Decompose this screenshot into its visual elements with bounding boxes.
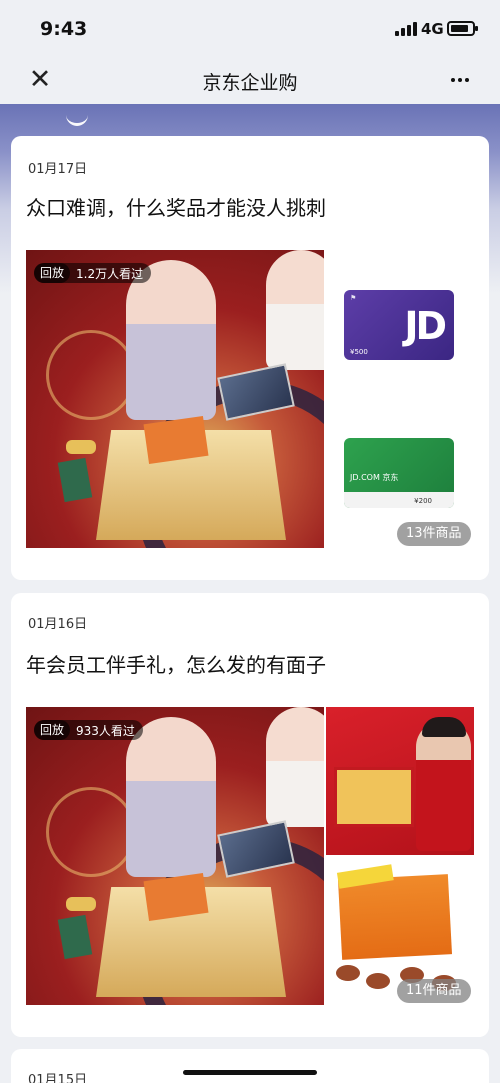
more-button[interactable]: [444, 64, 476, 96]
live-cover-image[interactable]: 回放 1.2万人看过: [26, 250, 324, 548]
status-bar: 9:43 4G: [0, 0, 500, 58]
replay-tag: 回放: [34, 263, 71, 283]
replay-badge: 回放 1.2万人看过: [34, 263, 152, 283]
card-date: 01月16日: [28, 617, 88, 632]
product-count-badge[interactable]: 11件商品: [397, 979, 471, 1003]
product-images[interactable]: [326, 707, 474, 1005]
live-card[interactable]: 01月15日: [11, 1049, 489, 1083]
battery-icon: [447, 21, 478, 36]
status-time: 9:43: [40, 18, 88, 40]
jd-giftcard-200[interactable]: JD.COM 京东 ¥200: [344, 438, 454, 508]
nav-bar: ✕ 京东企业购: [0, 58, 500, 104]
jd-logo-icon: JD: [404, 304, 447, 348]
card-title[interactable]: 众口难调，什么奖品才能没人挑刺: [26, 192, 326, 221]
network-type: 4G: [421, 20, 444, 38]
live-card[interactable]: 01月17日 众口难调，什么奖品才能没人挑刺 回放 1.2万人看过 ⚑ JD ¥…: [11, 136, 489, 580]
more-dots-icon: [450, 67, 471, 86]
promo-image-top[interactable]: [326, 707, 474, 855]
jd-brand-icon: ⚑: [350, 294, 357, 302]
replay-tag: 回放: [34, 720, 71, 740]
replay-badge: 回放 933人看过: [34, 720, 143, 740]
page-title: 京东企业购: [202, 72, 298, 94]
home-indicator[interactable]: [183, 1070, 317, 1075]
card-value: ¥200: [414, 497, 432, 505]
live-card[interactable]: 01月16日 年会员工伴手礼，怎么发的有面子 回放 933人看过 11件商品: [11, 593, 489, 1037]
smile-logo-icon: [66, 112, 88, 126]
view-count: 1.2万人看过: [76, 266, 144, 281]
signal-icon: [395, 22, 417, 36]
view-count: 933人看过: [76, 723, 135, 738]
card-brand: JD.COM 京东: [350, 473, 399, 482]
live-cover-image[interactable]: 回放 933人看过: [26, 707, 324, 1005]
card-date: 01月15日: [28, 1073, 88, 1083]
product-count-badge[interactable]: 13件商品: [397, 522, 471, 546]
card-title[interactable]: 年会员工伴手礼，怎么发的有面子: [26, 649, 326, 678]
jd-giftcard-500[interactable]: ⚑ JD ¥500: [344, 290, 454, 360]
card-date: 01月17日: [28, 162, 88, 177]
card-value: ¥500: [350, 348, 368, 356]
